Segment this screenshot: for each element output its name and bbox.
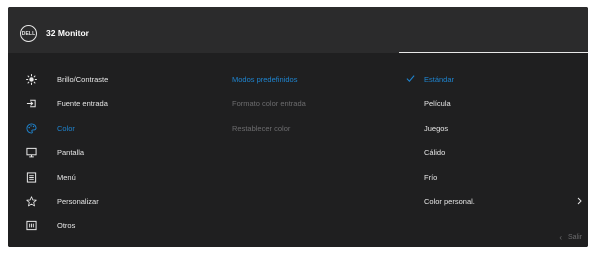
others-icon: [26, 220, 37, 231]
exit-label: Salir: [567, 234, 582, 241]
option-label: Juegos: [424, 123, 449, 133]
submenu-label: Formato color entrada: [232, 98, 306, 108]
submenu-item-input-color-format[interactable]: Formato color entrada: [232, 91, 397, 115]
main-menu-label: Fuente entrada: [57, 98, 108, 108]
option-label: Estándar: [424, 74, 455, 84]
exit-button[interactable]: ‹ Salir: [559, 233, 582, 242]
osd-menu: DELL 32 Monitor Brillo/Contraste Fuente: [8, 7, 588, 247]
checkmark-icon: [406, 75, 415, 82]
option-movie[interactable]: Película: [397, 91, 588, 115]
dell-logo-text: DELL: [21, 30, 36, 37]
option-label: Color personal.: [424, 196, 475, 206]
brightness-icon: [26, 73, 37, 85]
star-icon: [26, 195, 37, 207]
osd-header: DELL 32 Monitor: [8, 7, 588, 52]
main-menu-item-brightness-contrast[interactable]: Brillo/Contraste: [26, 67, 223, 91]
option-game[interactable]: Juegos: [397, 116, 588, 140]
submenu-label: Restablecer color: [232, 123, 291, 133]
color-palette-icon: [26, 122, 37, 134]
main-menu-item-personalize[interactable]: Personalizar: [26, 189, 223, 213]
main-menu-item-display[interactable]: Pantalla: [26, 140, 223, 164]
main-menu-label: Otros: [57, 220, 76, 230]
main-menu-label: Brillo/Contraste: [57, 74, 109, 84]
option-label: Frío: [424, 172, 438, 182]
submenu-label: Modos predefinidos: [232, 74, 298, 84]
input-source-icon: [26, 98, 37, 109]
chevron-left-icon: ‹: [559, 233, 562, 242]
main-menu-item-color[interactable]: Color: [26, 116, 223, 140]
main-menu-item-others[interactable]: Otros: [26, 213, 223, 237]
option-standard[interactable]: Estándar: [397, 67, 588, 91]
submenu-item-reset-color[interactable]: Restablecer color: [232, 116, 397, 140]
chevron-right-icon: [577, 197, 582, 205]
main-menu-item-input-source[interactable]: Fuente entrada: [26, 91, 223, 115]
main-menu-label: Color: [57, 123, 75, 133]
menu-icon: [26, 171, 37, 183]
monitor-title: 32 Monitor: [46, 28, 89, 38]
main-menu-label: Personalizar: [57, 196, 99, 206]
option-label: Película: [424, 98, 451, 108]
option-warm[interactable]: Cálido: [397, 140, 588, 164]
dell-logo: DELL: [20, 25, 37, 42]
page: DELL 32 Monitor Brillo/Contraste Fuente: [0, 0, 596, 253]
submenu-item-preset-modes[interactable]: Modos predefinidos: [232, 67, 397, 91]
main-menu-label: Menú: [57, 172, 76, 182]
option-label: Cálido: [424, 147, 446, 157]
main-menu-label: Pantalla: [57, 147, 85, 157]
display-icon: [26, 147, 37, 158]
option-cool[interactable]: Frío: [397, 165, 588, 189]
option-custom-color[interactable]: Color personal.: [397, 189, 588, 213]
main-menu-item-menu[interactable]: Menú: [26, 165, 223, 189]
osd-body: Brillo/Contraste Fuente entrada Color Pa…: [8, 53, 588, 247]
